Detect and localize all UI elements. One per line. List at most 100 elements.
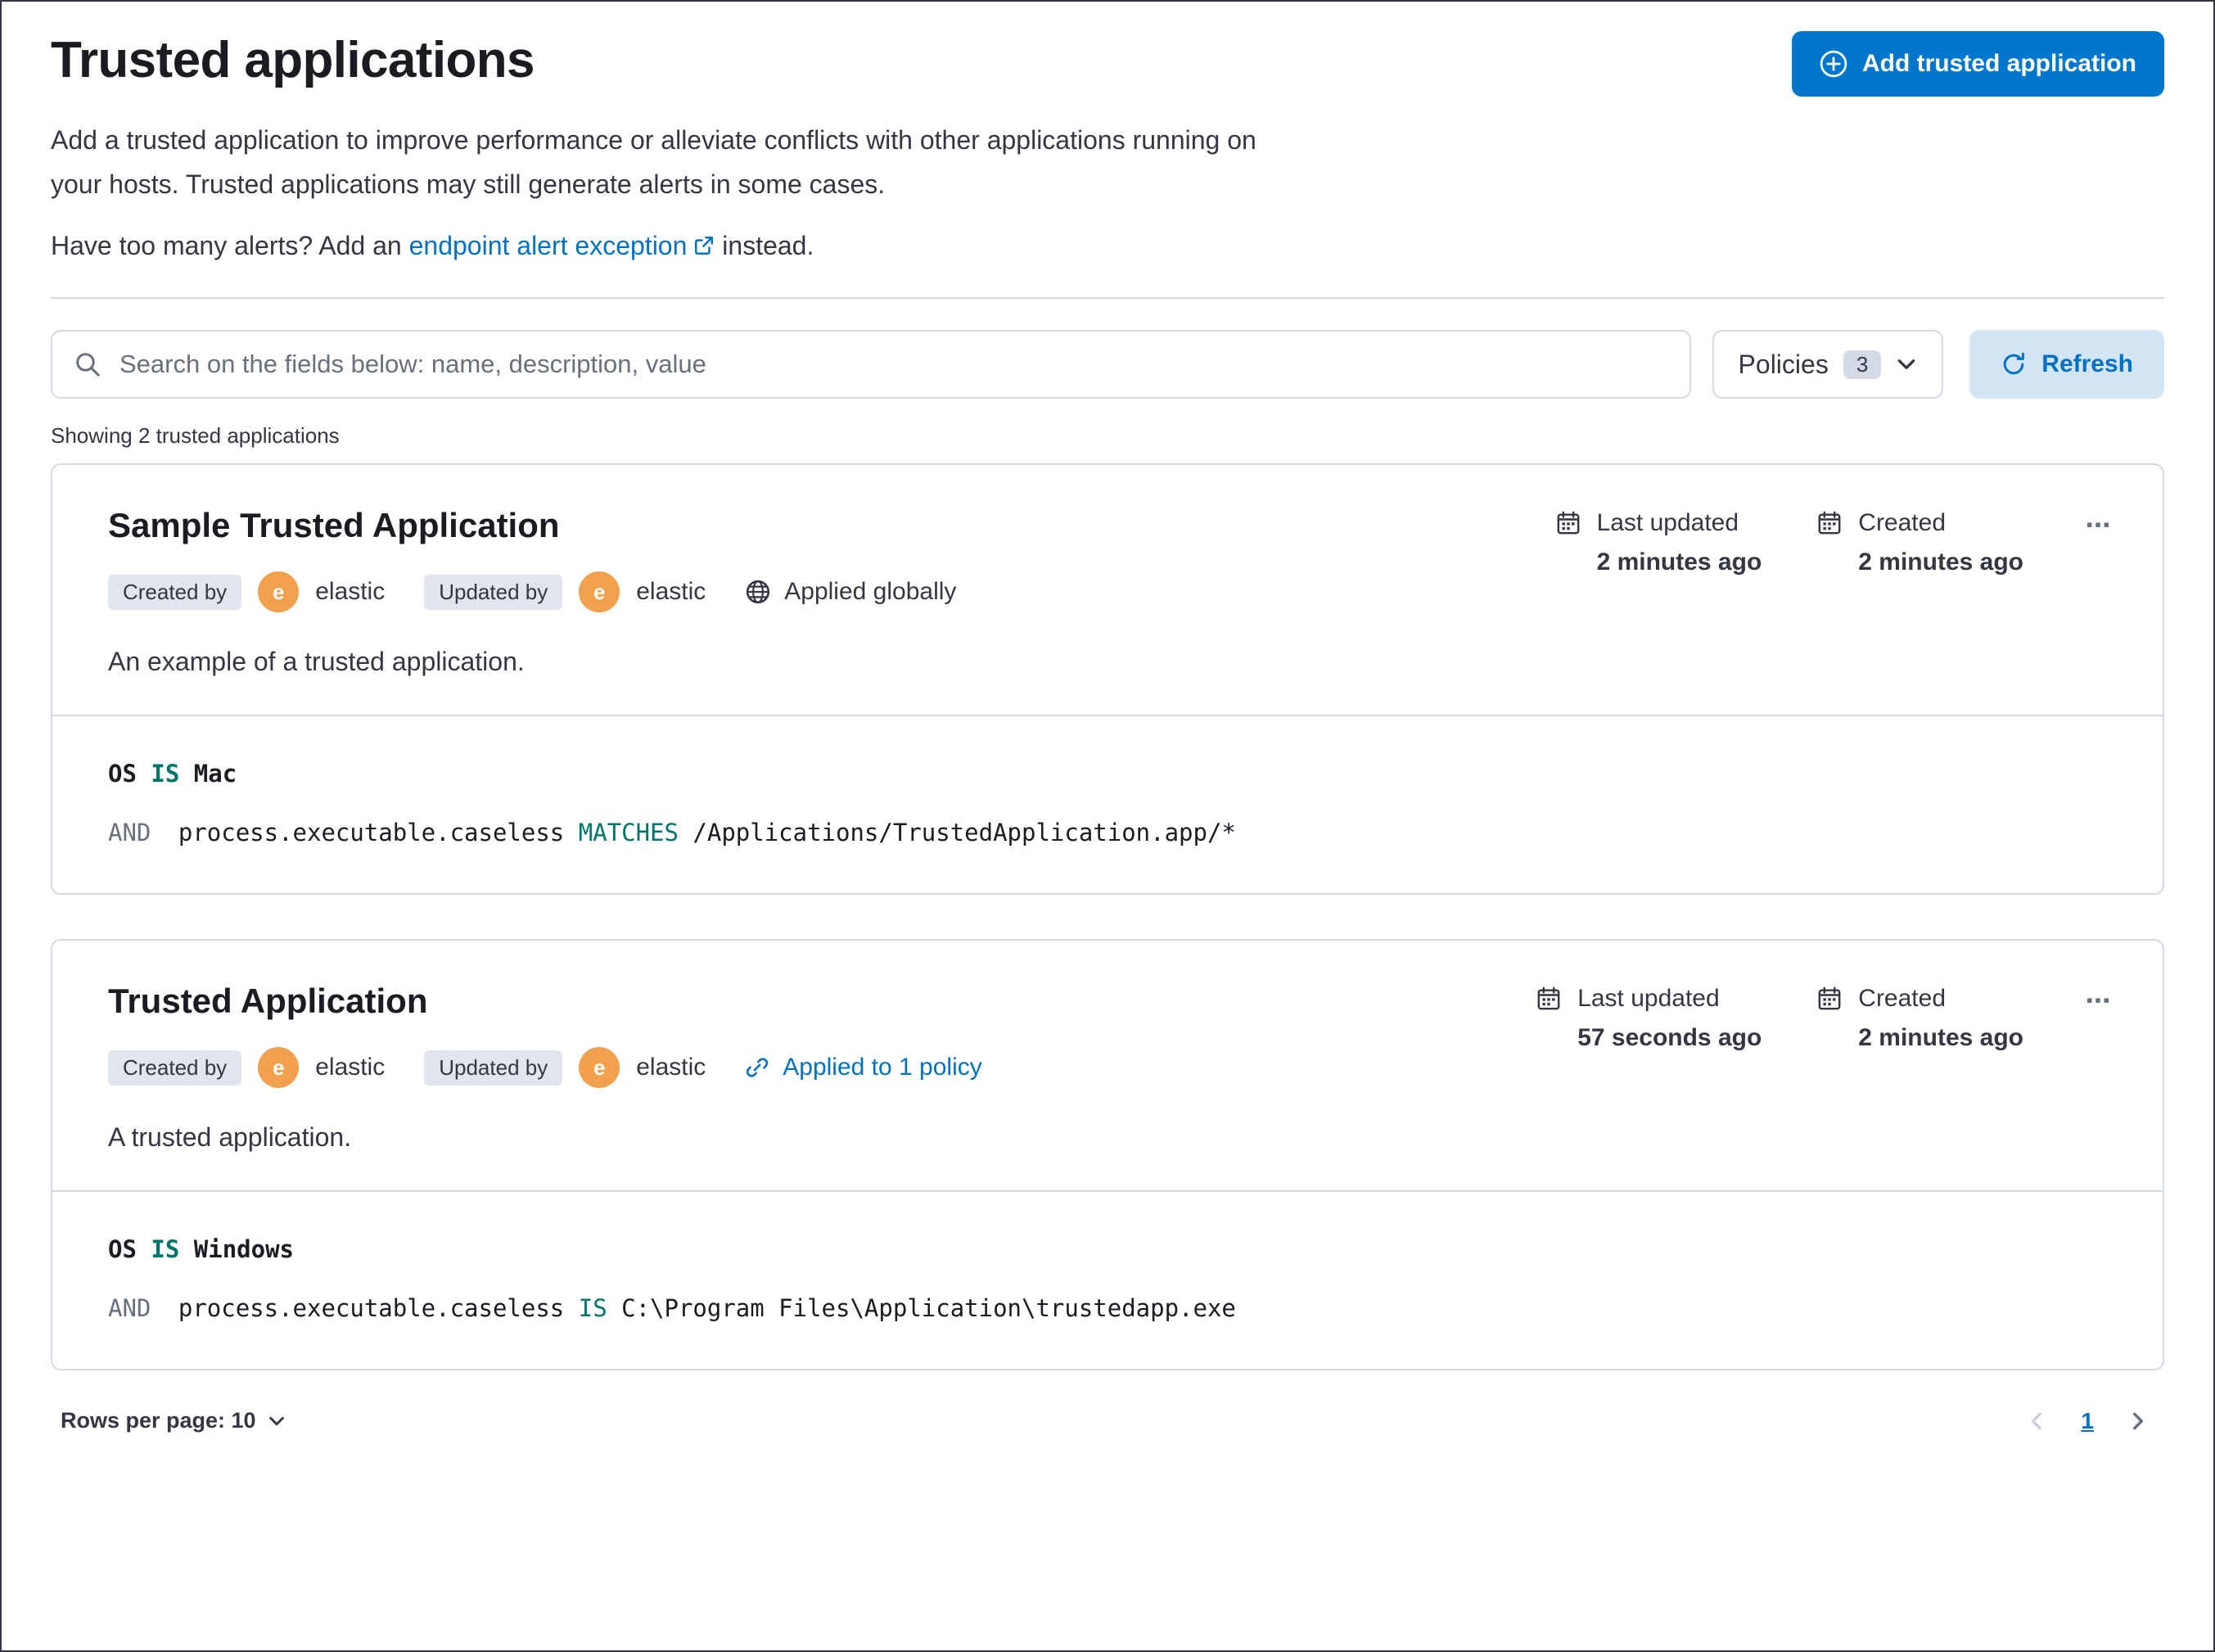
trusted-app-description: A trusted application. xyxy=(108,1122,352,1152)
card-meta: Last updated 2 minutes ago Created 2 min… xyxy=(1556,509,2117,576)
condition-operator: IS xyxy=(151,1235,180,1263)
trusted-app-description: An example of a trusted application. xyxy=(108,647,525,676)
scope-indicator: Applied globally xyxy=(745,578,956,606)
rows-per-page-button[interactable]: Rows per page: 10 xyxy=(51,1398,295,1443)
plus-circle-icon xyxy=(1820,50,1847,78)
scope-label: Applied globally xyxy=(784,578,957,605)
created-by-name: elastic xyxy=(315,1054,386,1081)
scope-label: Applied to 1 policy xyxy=(783,1054,982,1081)
search-input[interactable] xyxy=(120,350,1668,379)
card-header: Trusted Application Created by e elastic… xyxy=(52,941,2163,1190)
condition-value: /Applications/TrustedApplication.app/* xyxy=(692,819,1236,846)
updated-by-name: elastic xyxy=(636,578,706,605)
updated-by-avatar: e xyxy=(579,1047,620,1088)
globe-icon xyxy=(745,579,771,605)
created-by-name: elastic xyxy=(315,578,386,605)
external-link-icon xyxy=(693,232,715,263)
last-updated-meta: Last updated 2 minutes ago xyxy=(1556,509,1762,576)
condition-conjunction: AND xyxy=(108,819,151,846)
boxes-horizontal-icon xyxy=(2086,512,2110,537)
condition-operator: IS xyxy=(578,1294,607,1322)
updated-by-badge: Updated by xyxy=(424,574,563,610)
add-trusted-application-label: Add trusted application xyxy=(1861,50,2136,77)
condition-field: OS xyxy=(108,760,137,788)
calendar-icon xyxy=(1817,986,1842,1011)
condition-line: OS IS Windows xyxy=(108,1231,2107,1267)
refresh-label: Refresh xyxy=(2041,350,2133,377)
condition-field: process.executable.caseless xyxy=(178,819,565,846)
card-badges-row: Created by e elastic Updated by e elasti… xyxy=(108,1047,2107,1088)
condition-line: AND process.executable.caseless IS C:\Pr… xyxy=(108,1290,2107,1326)
condition-value: Mac xyxy=(193,760,237,788)
condition-line: OS IS Mac xyxy=(108,756,2107,792)
created-label: Created xyxy=(1858,509,1947,536)
last-updated-label: Last updated xyxy=(1577,985,1720,1012)
condition-operator: MATCHES xyxy=(578,819,679,846)
updated-by-avatar: e xyxy=(579,571,620,612)
next-page-button[interactable] xyxy=(2120,1404,2154,1438)
calendar-icon xyxy=(1817,511,1842,535)
card-conditions: OS IS Mac AND process.executable.caseles… xyxy=(52,715,2163,893)
refresh-icon xyxy=(2001,351,2027,377)
condition-field: process.executable.caseless xyxy=(178,1294,565,1322)
calendar-icon xyxy=(1536,986,1561,1011)
policies-filter-label: Policies xyxy=(1738,349,1829,379)
calendar-icon xyxy=(1556,511,1581,535)
created-value: 2 minutes ago xyxy=(1858,548,2023,575)
results-count: Showing 2 trusted applications xyxy=(51,423,340,448)
last-updated-value: 57 seconds ago xyxy=(1577,1024,1762,1051)
created-by-badge: Created by xyxy=(108,574,242,610)
updated-by-name: elastic xyxy=(636,1054,706,1081)
card-header: Sample Trusted Application Created by e … xyxy=(52,465,2163,715)
endpoint-alert-exception-link[interactable]: endpoint alert exception xyxy=(409,231,715,260)
previous-page-button[interactable] xyxy=(2020,1404,2055,1438)
header-divider xyxy=(51,297,2164,299)
created-label: Created xyxy=(1858,985,1947,1012)
condition-conjunction: AND xyxy=(108,1294,151,1322)
created-meta: Created 2 minutes ago xyxy=(1817,985,2023,1052)
condition-value: C:\Program Files\Application\trustedapp.… xyxy=(621,1294,1236,1322)
card-conditions: OS IS Windows AND process.executable.cas… xyxy=(52,1190,2163,1369)
policy-link-icon xyxy=(745,1055,769,1080)
rows-per-page-label: Rows per page: 10 xyxy=(61,1408,256,1433)
created-by-avatar: e xyxy=(258,1047,300,1088)
last-updated-value: 2 minutes ago xyxy=(1596,548,1762,575)
updated-by-badge: Updated by xyxy=(424,1049,563,1086)
table-footer: Rows per page: 10 1 xyxy=(51,1398,2164,1443)
pagination: 1 xyxy=(2020,1404,2154,1438)
trusted-app-card: Trusted Application Created by e elastic… xyxy=(51,939,2164,1370)
add-trusted-application-button[interactable]: Add trusted application xyxy=(1791,31,2164,97)
applied-policy-link[interactable]: Applied to 1 policy xyxy=(745,1054,982,1081)
page-title: Trusted applications xyxy=(51,32,535,88)
created-by-badge: Created by xyxy=(108,1049,242,1086)
last-updated-label: Last updated xyxy=(1596,509,1739,536)
condition-line: AND process.executable.caseless MATCHES … xyxy=(108,815,2107,851)
page-number-button[interactable]: 1 xyxy=(2081,1408,2094,1434)
condition-field: OS xyxy=(108,1235,137,1263)
search-box xyxy=(51,330,1691,399)
chevron-down-icon xyxy=(1896,354,1917,375)
card-meta: Last updated 57 seconds ago Created 2 mi… xyxy=(1536,985,2117,1052)
refresh-button[interactable]: Refresh xyxy=(1969,330,2164,399)
card-actions-menu-button[interactable] xyxy=(2079,980,2117,1021)
page-description-line1: Add a trusted application to improve per… xyxy=(51,125,1256,155)
policies-count-badge: 3 xyxy=(1843,350,1882,379)
page-header: Trusted applications Add trusted applica… xyxy=(51,31,2164,97)
trusted-applications-page: Trusted applications Add trusted applica… xyxy=(0,0,2215,1652)
last-updated-meta: Last updated 57 seconds ago xyxy=(1536,985,1762,1052)
policies-filter-button[interactable]: Policies 3 xyxy=(1712,330,1944,399)
alerts-hint: Have too many alerts? Add an endpoint al… xyxy=(51,231,2164,263)
controls-row: Policies 3 Refresh xyxy=(51,330,2164,399)
trusted-app-card: Sample Trusted Application Created by e … xyxy=(51,463,2164,895)
chevron-right-icon xyxy=(2127,1411,2148,1432)
condition-value: Windows xyxy=(193,1235,294,1263)
created-value: 2 minutes ago xyxy=(1858,1024,2023,1051)
alerts-hint-suffix: instead. xyxy=(722,231,814,260)
card-badges-row: Created by e elastic Updated by e elasti… xyxy=(108,571,2107,612)
search-icon xyxy=(74,350,102,378)
card-actions-menu-button[interactable] xyxy=(2079,504,2117,545)
condition-operator: IS xyxy=(151,760,180,788)
chevron-down-icon xyxy=(268,1412,286,1430)
chevron-left-icon xyxy=(2027,1411,2048,1432)
alerts-hint-prefix: Have too many alerts? Add an xyxy=(51,231,402,260)
